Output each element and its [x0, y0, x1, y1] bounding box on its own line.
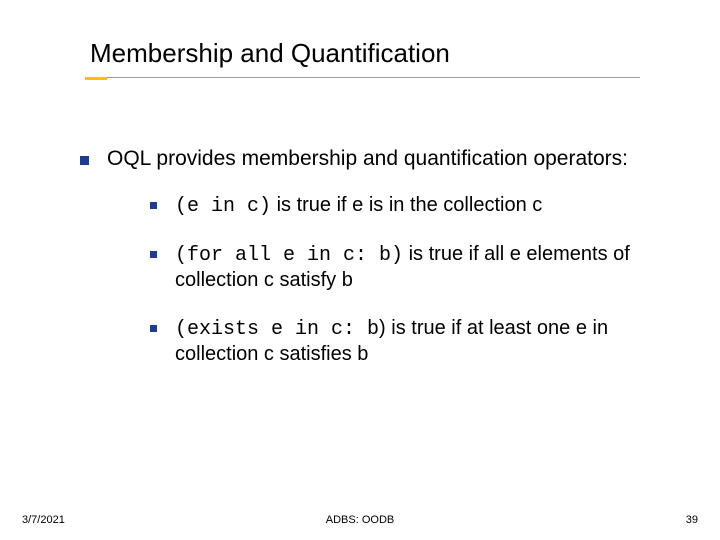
bullet-level2: (for all e in c: b) is true if all e ele… — [150, 242, 660, 294]
footer-page-number: 39 — [686, 514, 698, 526]
bullet-text: (exists e in c: b) is true if at least o… — [175, 316, 660, 368]
bullet-text: (e in c) is true if e is in the collecti… — [175, 193, 660, 220]
close-paren: ) — [379, 317, 386, 339]
code-expr: (exists e in c: b — [175, 318, 379, 341]
title-accent — [85, 77, 107, 80]
intro-text: OQL provides membership and quantificati… — [107, 147, 628, 171]
bullet-text: (for all e in c: b) is true if all e ele… — [175, 242, 660, 294]
title-underline — [85, 77, 640, 78]
slide: Membership and Quantification OQL provid… — [0, 0, 720, 540]
sub-bullet-list: (e in c) is true if e is in the collecti… — [150, 193, 660, 368]
square-bullet-icon — [80, 156, 89, 165]
bullet-level2: (e in c) is true if e is in the collecti… — [150, 193, 660, 220]
square-bullet-icon — [150, 325, 157, 332]
slide-title: Membership and Quantification — [90, 38, 720, 69]
content-area: OQL provides membership and quantificati… — [0, 69, 720, 368]
code-expr: (e in c) — [175, 195, 271, 218]
square-bullet-icon — [150, 202, 157, 209]
bullet-level2: (exists e in c: b) is true if at least o… — [150, 316, 660, 368]
code-expr: (for all e in c: b) — [175, 244, 403, 267]
bullet-level1: OQL provides membership and quantificati… — [80, 147, 660, 171]
square-bullet-icon — [150, 251, 157, 258]
desc-text: is true if e is in the collection c — [271, 194, 542, 216]
title-area: Membership and Quantification — [0, 0, 720, 69]
footer-center: ADBS: OODB — [0, 514, 720, 526]
